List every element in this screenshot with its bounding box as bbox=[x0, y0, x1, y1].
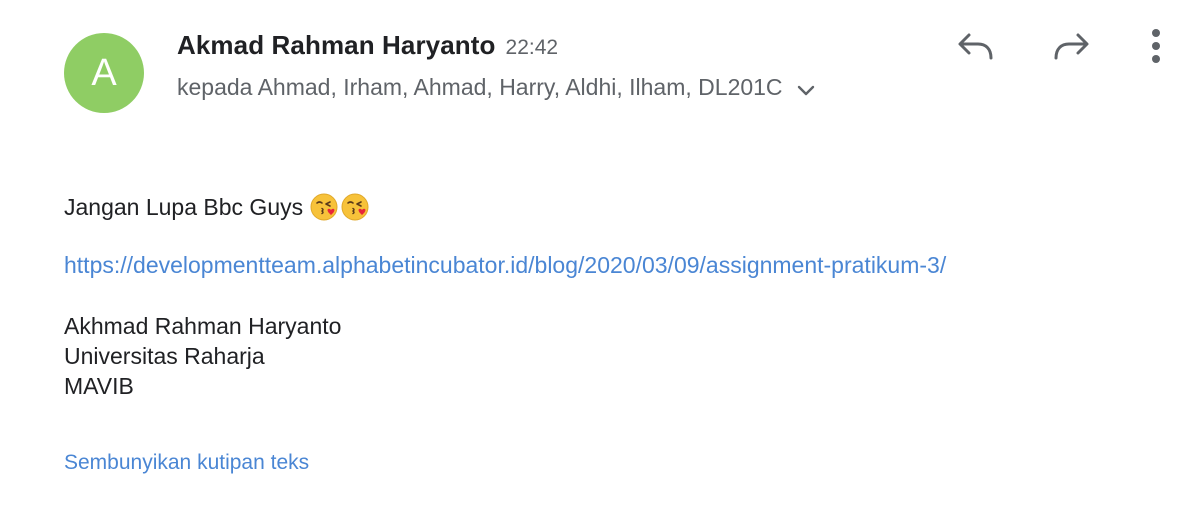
recipients-toggle[interactable]: kepada Ahmad, Irham, Ahmad, Harry, Aldhi… bbox=[177, 74, 815, 101]
chevron-down-icon[interactable] bbox=[797, 85, 815, 97]
message-link[interactable]: https://developmentteam.alphabetincubato… bbox=[64, 252, 946, 279]
kiss-emoji-icon bbox=[309, 192, 371, 222]
message-time: 22:42 bbox=[505, 36, 559, 59]
avatar[interactable]: A bbox=[64, 33, 144, 113]
forward-button[interactable] bbox=[1049, 26, 1093, 70]
message-greeting: Jangan Lupa Bbc Guys bbox=[64, 192, 371, 222]
recipients-list: kepada Ahmad, Irham, Ahmad, Harry, Aldhi… bbox=[177, 74, 783, 100]
sender-header: Akmad Rahman Haryanto 22:42 bbox=[177, 30, 558, 61]
more-options-button[interactable] bbox=[1134, 26, 1178, 70]
reply-icon bbox=[956, 31, 996, 66]
signature-department: MAVIB bbox=[64, 373, 134, 399]
greeting-text: Jangan Lupa Bbc Guys bbox=[64, 193, 304, 220]
avatar-initial: A bbox=[91, 51, 117, 94]
sender-name[interactable]: Akmad Rahman Haryanto bbox=[177, 30, 496, 61]
signature-organization: Universitas Raharja bbox=[64, 343, 265, 369]
signature-name: Akhmad Rahman Haryanto bbox=[64, 313, 342, 339]
reply-button[interactable] bbox=[954, 26, 998, 70]
hide-quoted-text-link[interactable]: Sembunyikan kutipan teks bbox=[64, 451, 309, 475]
more-vertical-icon bbox=[1150, 28, 1162, 69]
forward-icon bbox=[1051, 31, 1091, 66]
